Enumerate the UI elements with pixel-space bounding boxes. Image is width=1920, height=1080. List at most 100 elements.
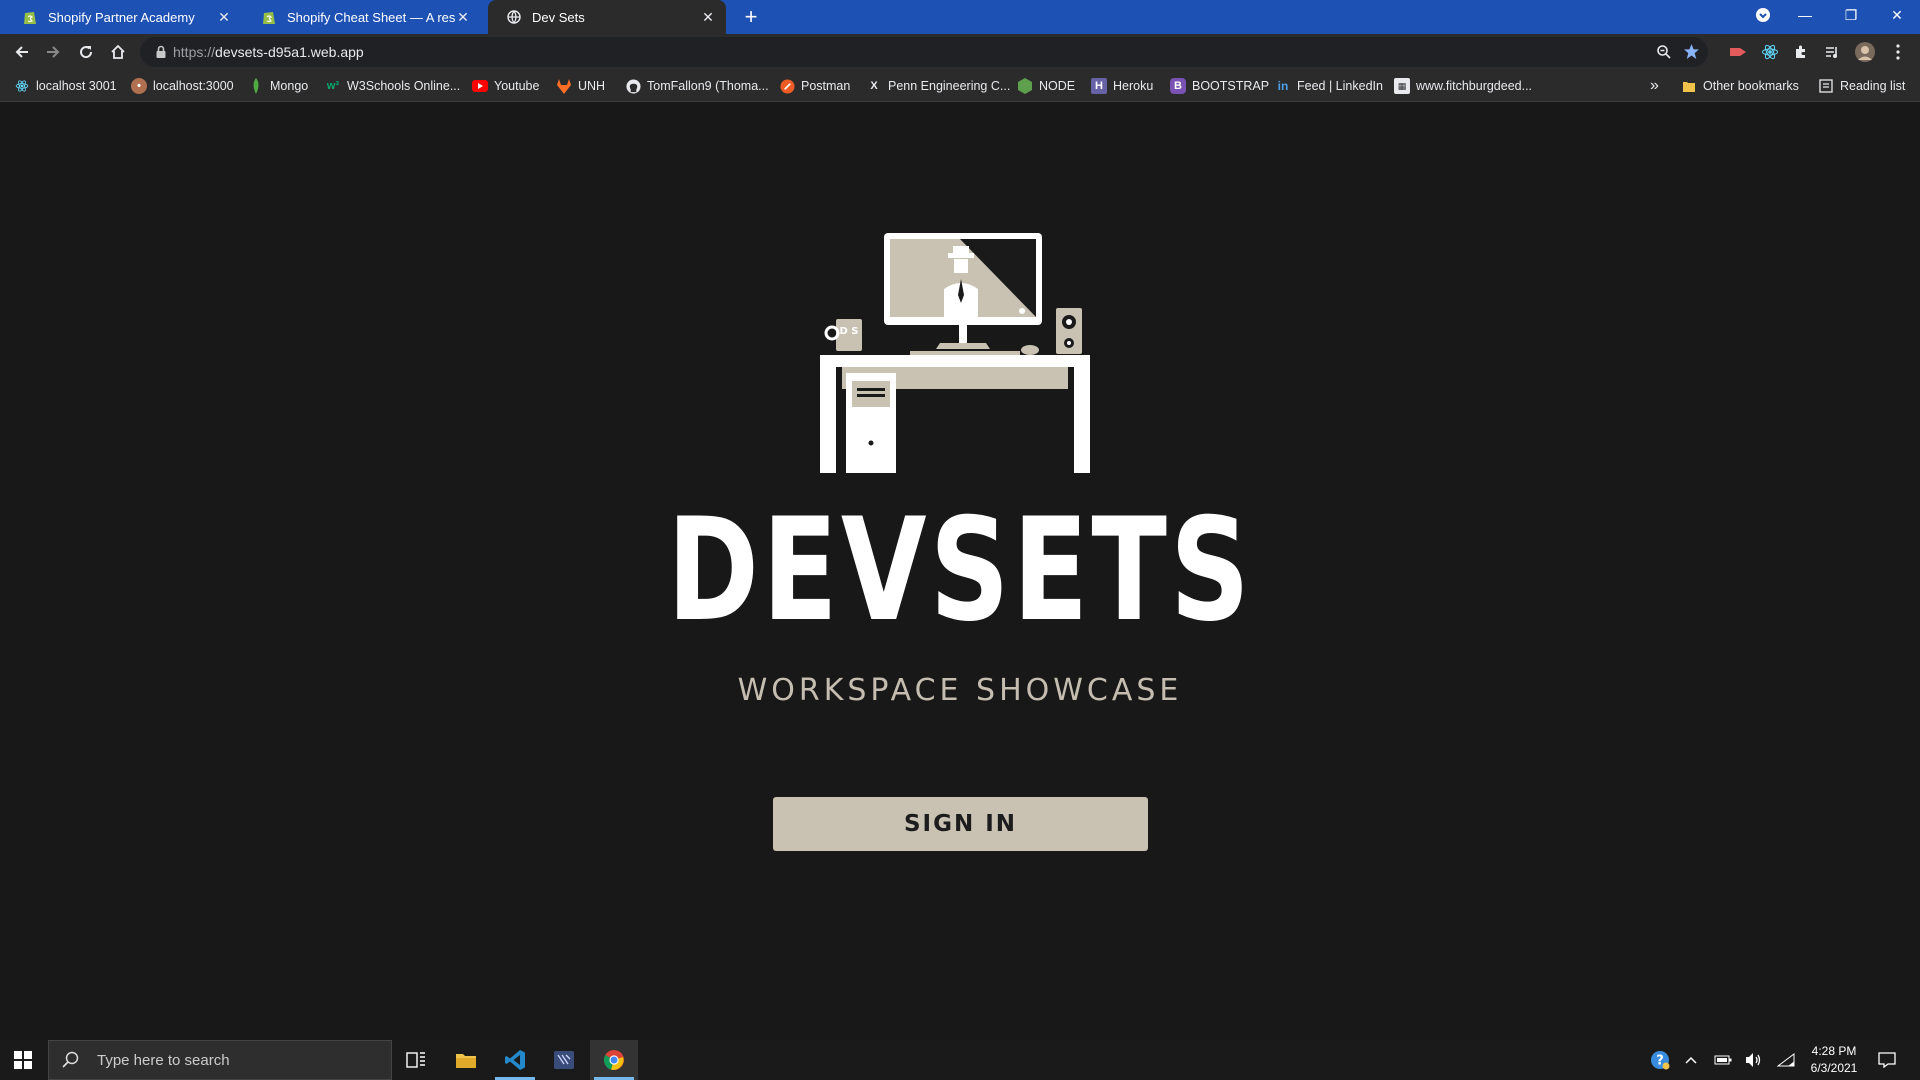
linkedin-icon: in: [1277, 79, 1289, 93]
mug-monogram: D S: [840, 326, 859, 337]
clock-time: 4:28 PM: [1811, 1044, 1857, 1058]
address-bar[interactable]: https://devsets-d95a1.web.app: [140, 37, 1708, 67]
minimize-button[interactable]: —: [1782, 0, 1828, 30]
reload-icon: [80, 46, 93, 59]
bookmark-label: W3Schools Online...: [347, 79, 461, 93]
mongo-leaf-icon: [248, 78, 264, 94]
back-button[interactable]: [8, 38, 36, 66]
reload-button[interactable]: [72, 38, 100, 66]
extensions-button[interactable]: [1787, 38, 1815, 66]
site-icon: ▦: [1394, 78, 1410, 94]
url-scheme: https://: [173, 44, 216, 60]
browser-toolbar: https://devsets-d95a1.web.app: [0, 34, 1920, 70]
bookmark-localhost-3001[interactable]: localhost 3001: [14, 76, 117, 96]
close-window-button[interactable]: ✕: [1874, 0, 1920, 30]
home-button[interactable]: [104, 38, 132, 66]
taskbar-search[interactable]: Type here to search: [48, 1040, 392, 1080]
show-hidden-icons-button[interactable]: [1678, 1040, 1704, 1080]
bookmark-label: localhost 3001: [36, 79, 117, 93]
notification-icon: [1878, 1052, 1896, 1068]
bookmark-label: NODE: [1039, 79, 1076, 93]
tab-search-button[interactable]: [1740, 0, 1786, 30]
system-clock[interactable]: 4:28 PM 6/3/2021: [1800, 1043, 1868, 1077]
vscode-button[interactable]: [491, 1040, 539, 1080]
windows-logo-icon: [14, 1051, 32, 1069]
bookmark-localhost-3000[interactable]: • localhost:3000: [131, 76, 234, 96]
extension-cast-button[interactable]: [1724, 38, 1752, 66]
home-icon: [111, 44, 125, 59]
queue-music-icon: [1826, 47, 1837, 58]
restore-button[interactable]: ❐: [1828, 0, 1874, 30]
tab-close-icon[interactable]: ✕: [455, 9, 471, 26]
bookmark-label: Other bookmarks: [1703, 79, 1799, 93]
bookmark-fitchburgdeed[interactable]: ▦ www.fitchburgdeed...: [1394, 76, 1532, 96]
terminal-app-button[interactable]: [540, 1040, 588, 1080]
battery-icon[interactable]: [1710, 1040, 1736, 1080]
bookmark-linkedin[interactable]: in Feed | LinkedIn: [1275, 76, 1383, 96]
w3schools-icon: w³: [326, 80, 340, 92]
extension-react-button[interactable]: [1756, 38, 1784, 66]
bookmark-postman[interactable]: Postman: [779, 76, 850, 96]
bookmark-unh[interactable]: UNH: [556, 76, 605, 96]
tab-close-icon[interactable]: ✕: [216, 9, 232, 26]
bookmark-label: localhost:3000: [153, 79, 234, 93]
page-content: D S DEVSETS WORKSPACE SHOWCASE SIGN IN: [0, 103, 1920, 1040]
lock-icon: [156, 45, 166, 58]
search-placeholder: Type here to search: [97, 1051, 230, 1069]
help-tray-icon[interactable]: ?: [1646, 1040, 1674, 1080]
forward-button[interactable]: [39, 38, 67, 66]
bookmarks-overflow-button[interactable]: »: [1650, 76, 1659, 96]
tab-shopify-partner-academy[interactable]: Shopify Partner Academy ✕: [4, 0, 242, 34]
browser-menu-button[interactable]: [1884, 38, 1912, 66]
action-center-button[interactable]: [1872, 1040, 1902, 1080]
media-button[interactable]: [1818, 38, 1846, 66]
tab-dev-sets[interactable]: Dev Sets ✕: [488, 0, 726, 34]
react-icon: [14, 78, 30, 94]
postman-icon: [779, 78, 795, 94]
bootstrap-icon: B: [1170, 78, 1186, 94]
windows-taskbar: Type here to search ? 4:28 PM 6/3/2021: [0, 1040, 1920, 1080]
zoom-icon[interactable]: [1656, 44, 1672, 65]
bookmark-label: www.fitchburgdeed...: [1416, 79, 1533, 93]
bookmark-label: Postman: [801, 79, 851, 93]
tab-close-icon[interactable]: ✕: [700, 9, 716, 26]
volume-icon[interactable]: [1741, 1040, 1767, 1080]
url-host: devsets-d95a1.web.app: [215, 44, 364, 60]
app-icon: •: [131, 78, 147, 94]
puzzle-icon: [1796, 45, 1805, 58]
tab-title: Shopify Partner Academy: [48, 9, 195, 25]
reading-list[interactable]: Reading list: [1818, 76, 1905, 96]
bookmark-bootstrap[interactable]: B BOOTSTRAP: [1170, 76, 1269, 96]
sign-in-button[interactable]: SIGN IN: [773, 797, 1148, 851]
tab-shopify-cheat-sheet[interactable]: Shopify Cheat Sheet — A resource ✕: [243, 0, 481, 34]
devsets-logo-illustration: D S: [820, 233, 1090, 473]
file-explorer-button[interactable]: [442, 1040, 490, 1080]
shopify-icon: [261, 9, 277, 25]
terminal-icon: [554, 1051, 574, 1069]
bookmark-star-icon[interactable]: [1683, 43, 1700, 65]
bookmark-github[interactable]: TomFallon9 (Thoma...: [625, 76, 769, 96]
new-tab-button[interactable]: +: [738, 4, 764, 30]
bookmark-label: Reading list: [1840, 79, 1906, 93]
bookmark-label: Heroku: [1113, 79, 1154, 93]
chrome-button[interactable]: [590, 1040, 638, 1080]
bookmark-label: TomFallon9 (Thoma...: [647, 79, 769, 93]
chevron-down-circle-icon: [1756, 8, 1770, 22]
tab-strip: Shopify Partner Academy ✕ Shopify Cheat …: [0, 0, 1920, 34]
globe-icon: [506, 9, 522, 25]
bookmark-heroku[interactable]: H Heroku: [1091, 76, 1153, 96]
chrome-icon: [603, 1050, 624, 1070]
bookmark-mongo[interactable]: Mongo: [248, 76, 308, 96]
x-icon: X: [870, 80, 878, 92]
bookmark-penn-engineering[interactable]: X Penn Engineering C...: [866, 76, 1010, 96]
wifi-icon[interactable]: [1773, 1040, 1799, 1080]
other-bookmarks[interactable]: Other bookmarks: [1681, 76, 1799, 96]
profile-button[interactable]: [1851, 38, 1879, 66]
bookmark-node[interactable]: NODE: [1017, 76, 1075, 96]
start-button[interactable]: [0, 1040, 46, 1080]
bookmark-w3schools[interactable]: w³ W3Schools Online...: [325, 76, 460, 96]
shopify-icon: [22, 9, 38, 25]
task-view-button[interactable]: [392, 1040, 440, 1080]
youtube-icon: [472, 78, 488, 94]
bookmark-youtube[interactable]: Youtube: [472, 76, 539, 96]
